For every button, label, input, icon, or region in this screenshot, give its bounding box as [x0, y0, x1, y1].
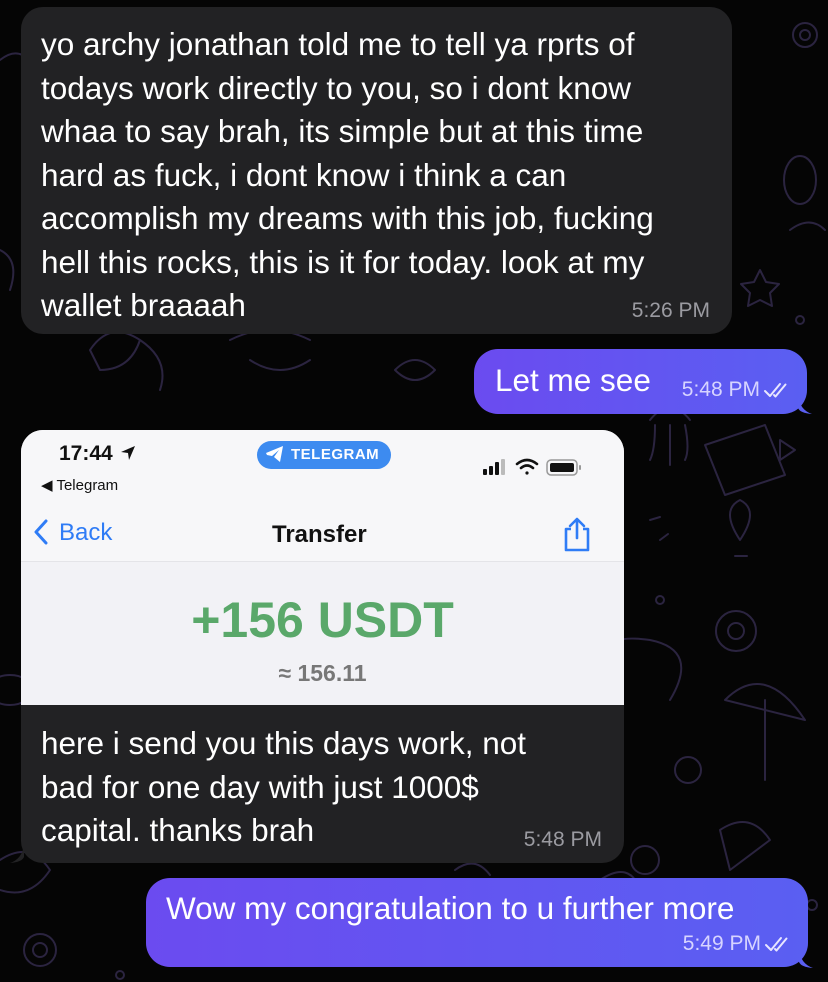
double-check-icon [764, 383, 787, 398]
message-time: 5:48 PM [523, 828, 602, 851]
screenshot-divider [21, 561, 624, 562]
nav-title: Transfer [272, 521, 367, 548]
battery-icon [546, 459, 581, 476]
back-to-app: ◀ Telegram [41, 476, 118, 494]
location-arrow-icon [120, 446, 135, 460]
incoming-photo-message[interactable]: 17:44 ◀ Telegram TELEGRAM Back Transfer … [21, 430, 624, 863]
back-triangle-icon: ◀ [41, 477, 53, 494]
message-time-group: 5:49 PM [683, 932, 792, 956]
message-time-group: 5:48 PM [682, 378, 791, 402]
chat-area[interactable]: yo archy jonathan told me to tell ya rpr… [0, 0, 828, 982]
transfer-amount: +156 USDT [191, 592, 454, 648]
share-icon [564, 517, 590, 552]
double-check-icon [765, 937, 788, 952]
incoming-message[interactable]: yo archy jonathan told me to tell ya rpr… [21, 7, 732, 334]
bubble-tail [799, 950, 813, 968]
bubble-tail [798, 396, 812, 414]
message-text: Let me see [495, 362, 651, 398]
message-time: 5:48 PM [681, 378, 760, 401]
approx-value: ≈ 156.11 [278, 660, 367, 686]
message-time: 5:26 PM [631, 299, 710, 322]
status-time: 17:44 [59, 442, 137, 466]
chevron-left-icon [34, 519, 48, 545]
wifi-icon [515, 458, 539, 475]
pill-label: TELEGRAM [291, 446, 380, 463]
signal-icon [483, 459, 505, 475]
message-text: yo archy jonathan told me to tell ya rpr… [41, 26, 654, 323]
message-caption: here i send you this days work, not bad … [41, 725, 527, 848]
status-icons [483, 458, 581, 476]
outgoing-message[interactable]: Let me see 5:48 PM [474, 349, 807, 414]
screenshot-image[interactable]: 17:44 ◀ Telegram TELEGRAM Back Transfer … [21, 430, 624, 705]
message-time: 5:49 PM [682, 932, 761, 955]
outgoing-message[interactable]: Wow my congratulation to u further more … [146, 878, 808, 967]
back-app-label: Telegram [56, 477, 119, 494]
nav-back-button: Back [33, 519, 112, 547]
status-time-text: 17:44 [59, 442, 113, 465]
message-text: Wow my congratulation to u further more [166, 890, 735, 926]
bubble-tail [10, 845, 24, 863]
telegram-plane-icon [266, 446, 283, 462]
nav-back-label: Back [59, 519, 113, 546]
telegram-pill: TELEGRAM [257, 441, 392, 469]
